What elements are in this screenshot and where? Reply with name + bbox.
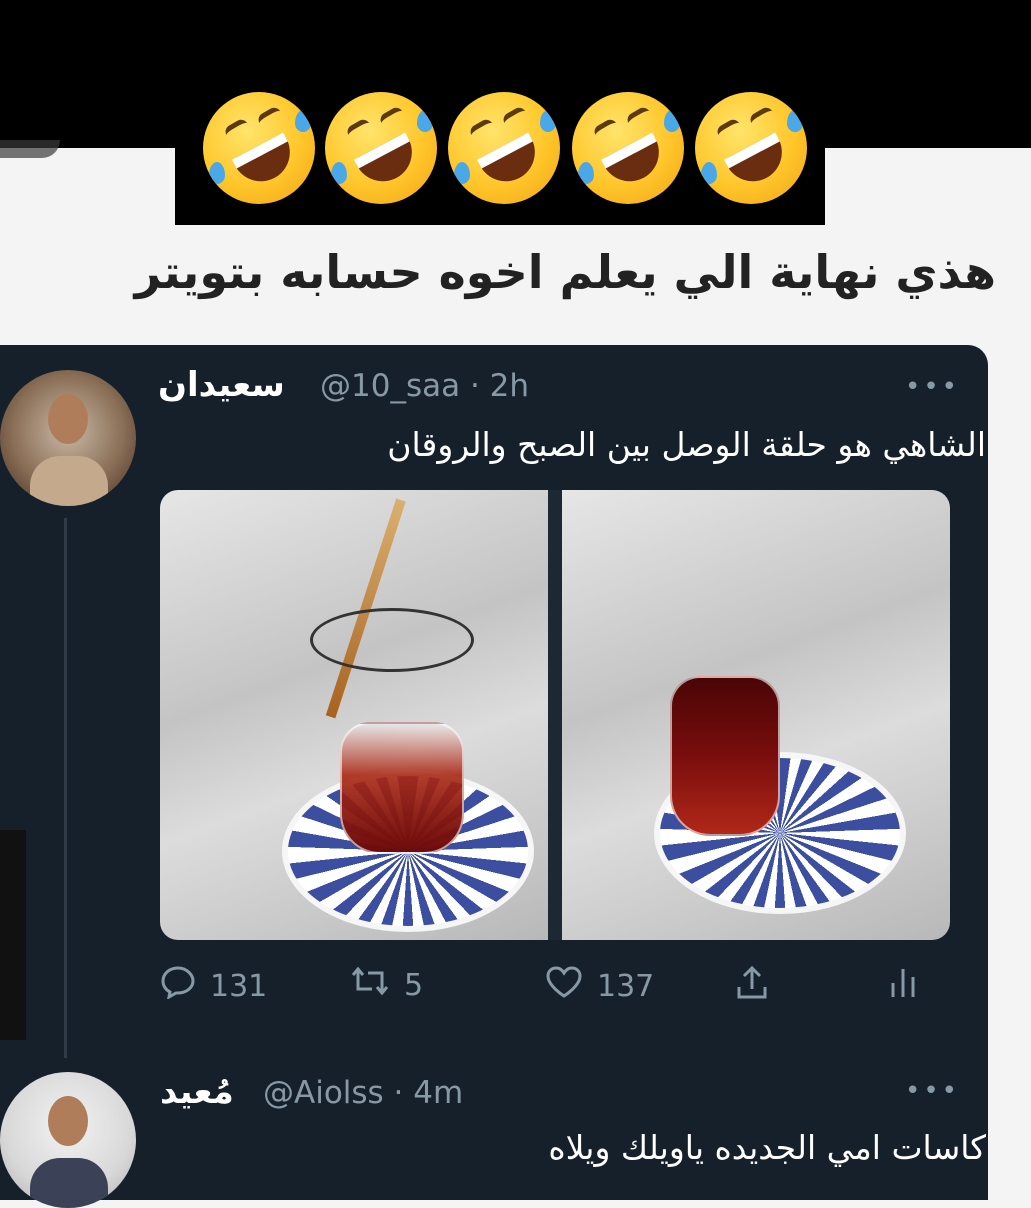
caption-text: هذي نهاية الي يعلم اخوه حسابه بتويتر (134, 245, 996, 299)
retweet-icon (350, 965, 390, 1006)
analytics-icon (888, 965, 918, 1008)
display-name[interactable]: مُعيد (160, 1072, 234, 1112)
like-button[interactable]: 137 (545, 965, 654, 1008)
handle-timestamp[interactable]: @10_saa · 2h (320, 368, 529, 404)
reply-icon (160, 965, 196, 1008)
media-grid[interactable] (160, 490, 950, 940)
analytics-button[interactable] (888, 965, 932, 1008)
display-name[interactable]: سعيدان (158, 365, 285, 405)
laughing-emoji-icon (203, 92, 315, 204)
tweet-actions: 131 5 137 (0, 965, 988, 1015)
tweet-text: كاسات امي الجديده ياويلك ويلاه (548, 1128, 986, 1167)
more-options-icon[interactable]: ••• (905, 1076, 960, 1106)
cropped-element (0, 140, 60, 158)
share-button[interactable] (735, 965, 783, 1010)
avatar[interactable] (0, 1072, 136, 1208)
handle-timestamp[interactable]: @Aiolss · 4m (263, 1075, 463, 1111)
tea-glass-photo[interactable] (562, 490, 950, 940)
reply-count: 131 (210, 969, 268, 1004)
tea-pour-photo[interactable] (160, 490, 548, 940)
laughing-emoji-icon (325, 92, 437, 204)
tweet-text: الشاهي هو حلقة الوصل بين الصبح والروقان (387, 425, 986, 464)
retweet-count: 5 (404, 968, 424, 1003)
laughing-emoji-icon (572, 92, 684, 204)
reply-button[interactable]: 131 (160, 965, 267, 1008)
laughing-emoji-icon (448, 92, 560, 204)
retweet-button[interactable]: 5 (350, 965, 423, 1006)
heart-icon (545, 965, 583, 1008)
laughing-emoji-icon (695, 92, 807, 204)
avatar[interactable] (0, 370, 136, 506)
share-icon (735, 965, 769, 1010)
like-count: 137 (597, 969, 655, 1004)
more-options-icon[interactable]: ••• (905, 372, 960, 402)
